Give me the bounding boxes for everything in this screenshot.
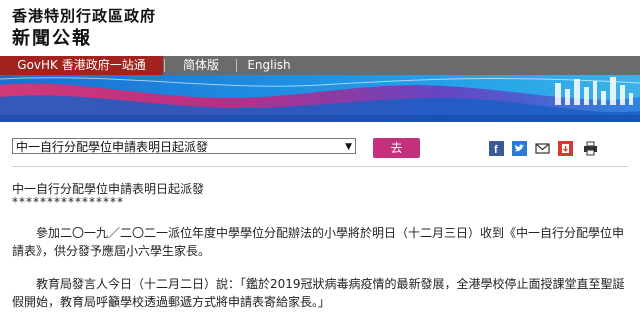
twitter-icon[interactable] [512, 141, 527, 156]
header-banner [0, 75, 640, 122]
article-paragraph: 教育局發言人今日（十二月二日）說：「鑑於2019冠狀病毒病疫情的最新發展，全港學… [12, 277, 625, 309]
press-release-title: 新聞公報 [12, 28, 92, 49]
english-link[interactable]: English [236, 56, 302, 75]
svg-text:f: f [494, 144, 498, 156]
select-value: 中一自行分配學位申請表明日起派發 [16, 140, 209, 154]
download-icon[interactable] [558, 141, 573, 156]
site-header: 香港特別行政區政府 新聞公報 [0, 0, 640, 56]
nav-divider [164, 59, 165, 72]
government-name: 香港特別行政區政府 [12, 7, 157, 25]
go-button[interactable]: 去 [373, 138, 420, 158]
divider [12, 166, 628, 167]
article-paragraph: 參加二〇一九／二〇二一派位年度中學學位分配辦法的小學將於明日（十二月三日）收到《… [12, 226, 625, 258]
govhk-link[interactable]: GovHK 香港政府一站通 [0, 56, 163, 75]
simplified-chinese-link[interactable]: 简体版 [166, 56, 236, 75]
facebook-icon[interactable]: f [489, 141, 504, 156]
press-release-select[interactable]: 中一自行分配學位申請表明日起派發 ▼ [12, 138, 356, 154]
print-icon[interactable] [583, 141, 598, 156]
title-underline-stars: **************** [12, 195, 124, 209]
chevron-down-icon: ▼ [345, 142, 352, 152]
mail-icon[interactable] [535, 141, 550, 156]
top-nav: GovHK 香港政府一站通 简体版 English [0, 56, 640, 75]
